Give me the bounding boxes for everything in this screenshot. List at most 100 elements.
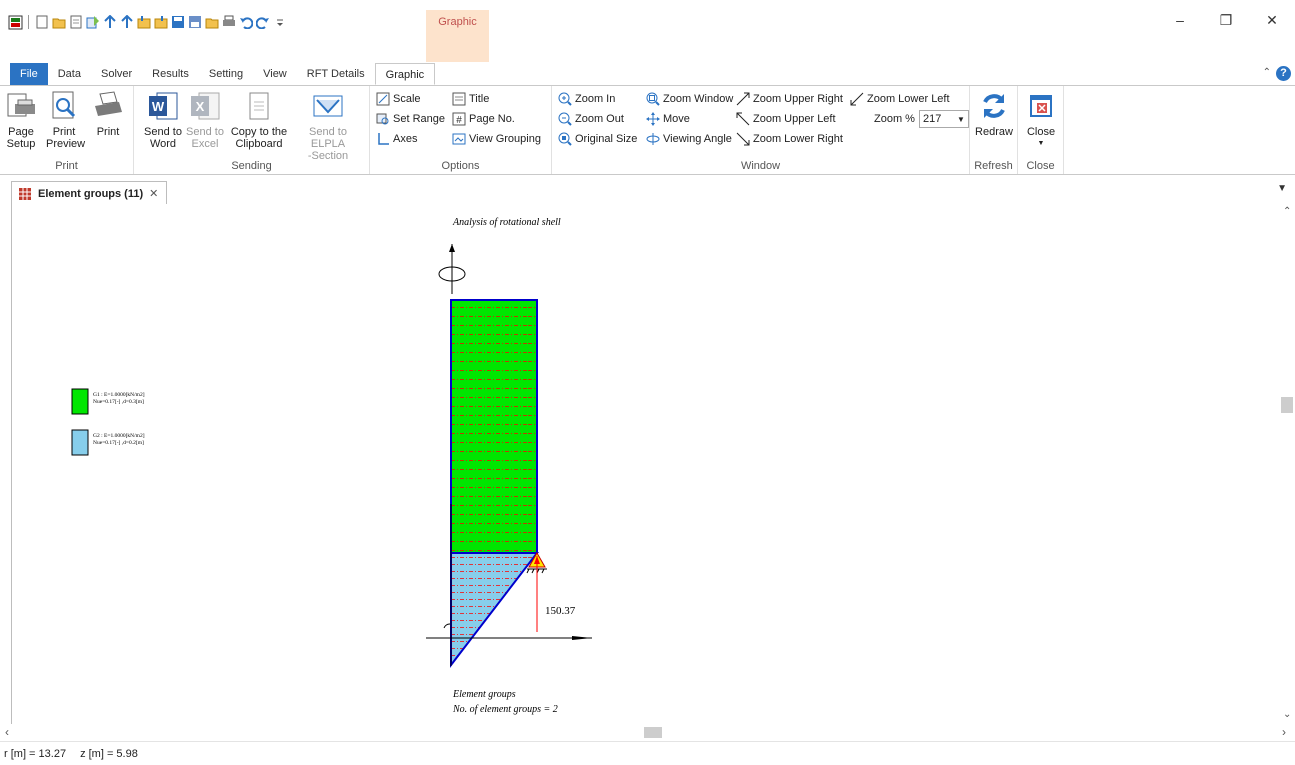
- axes-button[interactable]: Axes: [376, 130, 417, 148]
- word-icon: W: [149, 92, 178, 120]
- set-range-label: Set Range: [393, 113, 445, 125]
- export-icon[interactable]: [102, 15, 117, 30]
- close-window-icon[interactable]: ✕: [1249, 8, 1295, 32]
- restore-icon[interactable]: ❐: [1203, 8, 1249, 32]
- tab-results[interactable]: Results: [142, 63, 199, 85]
- save-icon[interactable]: [170, 15, 185, 30]
- tab-setting[interactable]: Setting: [199, 63, 253, 85]
- title-button[interactable]: Title: [452, 90, 489, 108]
- drawing-canvas[interactable]: Analysis of rotational shell 150.37 G1:…: [11, 204, 1279, 724]
- scale-label: Scale: [393, 93, 421, 105]
- horizontal-scroll-thumb[interactable]: [644, 727, 662, 738]
- element-group-1[interactable]: [450, 299, 538, 554]
- import-icon[interactable]: [85, 15, 100, 30]
- tab-file[interactable]: File: [10, 63, 48, 85]
- scroll-up-icon[interactable]: ⌃: [1283, 206, 1291, 217]
- tab-data[interactable]: Data: [48, 63, 91, 85]
- save-as-icon[interactable]: [187, 15, 202, 30]
- sending-group-label: Sending: [231, 160, 272, 172]
- move-button[interactable]: Move: [646, 110, 690, 128]
- undo-icon[interactable]: [238, 15, 253, 30]
- zoom-window-button[interactable]: Zoom Window: [646, 90, 733, 108]
- refresh-group: Redraw Refresh: [970, 86, 1018, 174]
- print-icon[interactable]: [221, 15, 236, 30]
- zoom-lower-left-button[interactable]: Zoom Lower Left: [850, 90, 950, 108]
- zoom-lower-right-button[interactable]: Zoom Lower Right: [736, 130, 843, 148]
- scroll-right-icon[interactable]: ›: [1282, 725, 1286, 739]
- send-to-elpla-button[interactable]: Send to ELPLA -Section: [292, 90, 364, 162]
- tab-graphic[interactable]: Graphic: [374, 63, 436, 85]
- close-tab-icon[interactable]: ✕: [149, 187, 158, 200]
- copy-to-clipboard-button[interactable]: Copy to the Clipboard: [228, 90, 290, 150]
- redraw-button[interactable]: Redraw: [974, 90, 1014, 138]
- vertical-scroll-thumb[interactable]: [1281, 397, 1293, 413]
- status-z-coordinate: z [m] = 5.98: [80, 747, 138, 760]
- zoom-upper-right-button[interactable]: Zoom Upper Right: [736, 90, 843, 108]
- collapse-ribbon-icon[interactable]: ⌃: [1263, 67, 1271, 78]
- tab-list-icon[interactable]: ▼: [1277, 183, 1287, 194]
- close-button[interactable]: Close ▼: [1022, 90, 1060, 150]
- vertical-scrollbar[interactable]: ⌃ ⌄: [1279, 204, 1295, 724]
- drawing-title: Analysis of rotational shell: [452, 217, 561, 228]
- legend-swatch-g1: [71, 388, 89, 415]
- axes-icon: [378, 133, 389, 145]
- set-range-button[interactable]: Set Range: [376, 110, 445, 128]
- redo-icon[interactable]: [255, 15, 270, 30]
- tab-view[interactable]: View: [253, 63, 297, 85]
- print-group-label: Print: [55, 160, 78, 172]
- scale-button[interactable]: Scale: [376, 90, 421, 108]
- minimize-icon[interactable]: –: [1157, 8, 1203, 32]
- view-grouping-label: View Grouping: [469, 133, 541, 145]
- close-document-icon: [1030, 95, 1052, 117]
- copy-to-clipboard-label: Copy to the Clipboard: [230, 126, 288, 150]
- zoom-window-icon: [646, 92, 660, 106]
- close-dropdown-icon[interactable]: ▼: [1022, 138, 1060, 150]
- zoom-out-button[interactable]: Zoom Out: [558, 110, 624, 128]
- view-grouping-button[interactable]: View Grouping: [452, 130, 541, 148]
- folder-icon[interactable]: [204, 15, 219, 30]
- app-icon[interactable]: [8, 15, 23, 30]
- horizontal-scrollbar[interactable]: ‹ ›: [0, 724, 1295, 741]
- zoom-out-label: Zoom Out: [575, 113, 624, 125]
- send-to-word-button[interactable]: W Send to Word: [144, 90, 182, 150]
- viewing-angle-button[interactable]: Viewing Angle: [646, 130, 732, 148]
- scroll-down-icon[interactable]: ⌄: [1283, 709, 1291, 720]
- footer-line-2: No. of element groups = 2: [452, 704, 558, 715]
- page-number-icon: #: [452, 112, 466, 126]
- send-to-excel-label: Send to Excel: [186, 126, 224, 150]
- element-group-2[interactable]: [450, 552, 540, 668]
- send-to-excel-button[interactable]: X Send to Excel: [186, 90, 224, 150]
- new-file-icon[interactable]: [68, 15, 83, 30]
- page-setup-button[interactable]: Page Setup: [4, 90, 38, 150]
- title-bar: Graphic – ❐ ✕: [0, 0, 1295, 62]
- page-no-label: Page No.: [469, 113, 515, 125]
- arrow-lower-right-icon: [736, 132, 750, 146]
- open-icon[interactable]: [51, 15, 66, 30]
- application-window: Graphic – ❐ ✕ File Data Solver Results S…: [0, 0, 1295, 765]
- zoom-upper-left-label: Zoom Upper Left: [753, 113, 836, 125]
- export2-icon[interactable]: [119, 15, 134, 30]
- help-icon[interactable]: ?: [1276, 66, 1291, 81]
- data2-icon[interactable]: [153, 15, 168, 30]
- page-no-button[interactable]: # Page No.: [452, 110, 515, 128]
- new-icon[interactable]: [34, 15, 49, 30]
- title-label: Title: [469, 93, 490, 105]
- legend: G1 : E=1.0000[kN/m2] Nue=0.17[-] ,d=0.3[…: [71, 388, 145, 456]
- tab-rft-details[interactable]: RFT Details: [297, 63, 375, 85]
- print-button[interactable]: Print: [90, 90, 126, 138]
- data-icon[interactable]: [136, 15, 151, 30]
- scroll-left-icon[interactable]: ‹: [5, 725, 9, 739]
- close-label: Close: [1026, 126, 1056, 138]
- print-preview-button[interactable]: Print Preview: [46, 90, 85, 150]
- original-size-button[interactable]: Original Size: [558, 130, 637, 148]
- scale-icon: [376, 92, 390, 106]
- document-tab[interactable]: Element groups (11) ✕: [11, 181, 168, 205]
- zoom-in-button[interactable]: Zoom In: [558, 90, 615, 108]
- zoom-percent-value: 217: [922, 113, 942, 125]
- tab-solver[interactable]: Solver: [91, 63, 142, 85]
- refresh-group-label: Refresh: [974, 160, 1013, 172]
- chevron-down-icon: ▼: [957, 114, 965, 124]
- zoom-upper-left-button[interactable]: Zoom Upper Left: [736, 110, 836, 128]
- customize-icon[interactable]: [272, 15, 287, 30]
- zoom-percent-select[interactable]: 217 ▼: [918, 110, 969, 128]
